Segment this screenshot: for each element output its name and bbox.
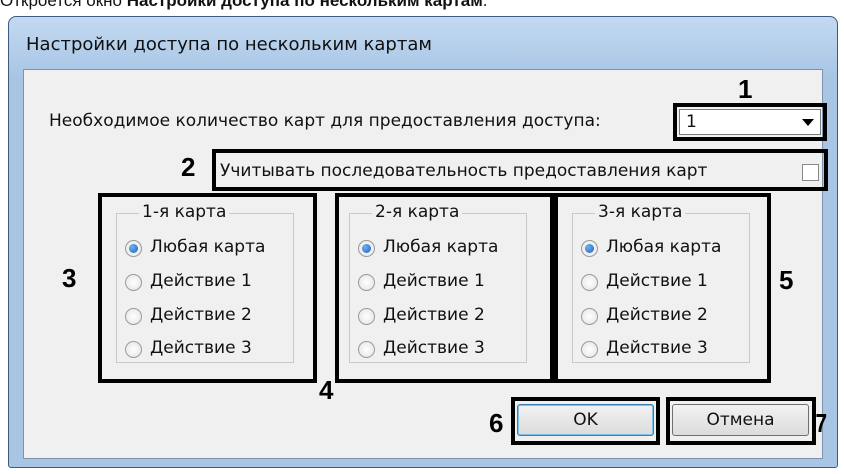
caption-end: . — [482, 0, 488, 10]
callout-number-3: 3 — [62, 263, 77, 293]
dialog-window: Настройки доступа по нескольким картам Н… — [8, 16, 838, 468]
option-label: Действие 1 — [606, 271, 708, 291]
radio-icon[interactable] — [581, 341, 598, 358]
option-label: Действие 2 — [150, 305, 252, 325]
cards-count-label: Необходимое количество карт для предоста… — [49, 111, 601, 131]
option-label: Любая карта — [606, 237, 722, 257]
radio-icon[interactable] — [125, 274, 142, 291]
caption-text: Откроется окно — [0, 0, 127, 10]
option-label: Действие 2 — [606, 305, 708, 325]
option-label: Действие 3 — [606, 338, 708, 358]
option-label: Любая карта — [150, 237, 266, 257]
radio-icon[interactable] — [358, 274, 375, 291]
option-label: Действие 2 — [383, 305, 485, 325]
chevron-down-icon[interactable] — [802, 119, 814, 126]
callout-number-2: 2 — [181, 152, 196, 182]
cards-count-combobox[interactable]: 1 — [679, 109, 821, 135]
callout-number-1: 1 — [738, 74, 753, 104]
radio-icon[interactable] — [125, 240, 142, 257]
cancel-button[interactable]: Отмена — [672, 404, 809, 436]
sequence-checkbox[interactable] — [802, 164, 819, 181]
dialog-client-area: Необходимое количество карт для предоста… — [23, 69, 828, 459]
callout-number-5: 5 — [779, 265, 794, 295]
caption-window-name: Настройки доступа по нескольким картам — [126, 0, 483, 10]
option-label: Действие 1 — [150, 271, 252, 291]
option-label: Действие 3 — [150, 338, 252, 358]
radio-icon[interactable] — [358, 240, 375, 257]
card-group-2: 2-я карта Любая карта Действие 1 Действи… — [349, 202, 527, 363]
radio-icon[interactable] — [581, 240, 598, 257]
radio-icon[interactable] — [125, 308, 142, 325]
ok-button[interactable]: OK — [517, 404, 654, 436]
option-label: Действие 3 — [383, 338, 485, 358]
window-title: Настройки доступа по нескольким картам — [26, 34, 432, 55]
callout-number-4: 4 — [319, 375, 334, 405]
option-label: Любая карта — [383, 237, 499, 257]
radio-icon[interactable] — [358, 308, 375, 325]
radio-icon[interactable] — [358, 341, 375, 358]
title-bar[interactable]: Настройки доступа по нескольким картам — [9, 17, 837, 75]
cards-count-value: 1 — [686, 112, 697, 132]
option-label: Действие 1 — [383, 271, 485, 291]
card-group-3: 3-я карта Любая карта Действие 1 Действи… — [572, 202, 750, 363]
card-group-3-title: 3-я карта — [595, 202, 686, 222]
card-group-1-title: 1-я карта — [139, 202, 230, 222]
radio-icon[interactable] — [125, 341, 142, 358]
card-group-2-title: 2-я карта — [372, 202, 463, 222]
callout-number-7: 7 — [815, 408, 828, 438]
callout-number-6: 6 — [489, 408, 504, 438]
card-group-1: 1-я карта Любая карта Действие 1 Действи… — [116, 202, 294, 363]
radio-icon[interactable] — [581, 274, 598, 291]
sequence-label: Учитывать последовательность предоставле… — [220, 161, 708, 181]
radio-icon[interactable] — [581, 308, 598, 325]
document-caption: Откроется окно Настройки доступа по неск… — [0, 0, 488, 11]
